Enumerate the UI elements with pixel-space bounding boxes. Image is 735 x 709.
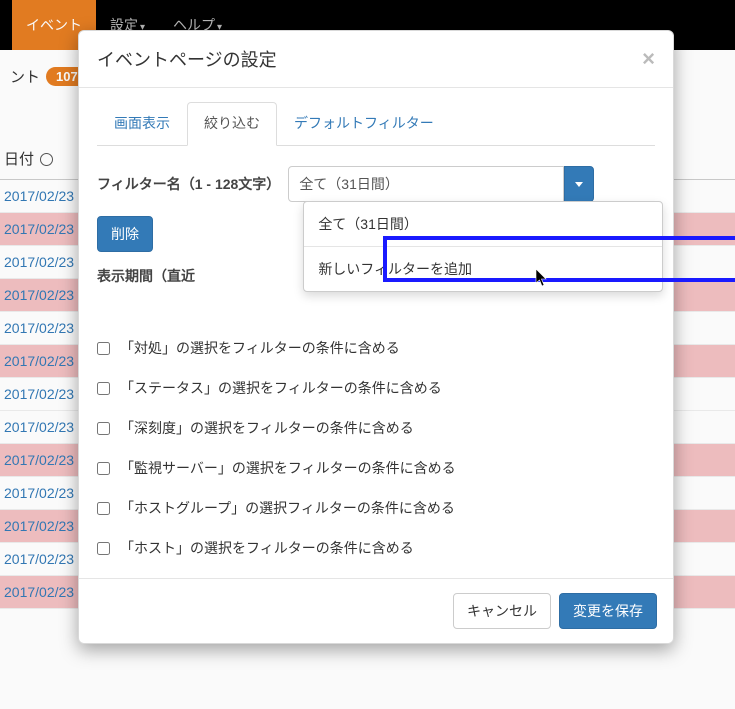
modal-header: イベントページの設定 × xyxy=(79,31,673,88)
filter-condition-label: 「ホストグループ」の選択フィルターの条件に含める xyxy=(120,498,455,518)
dropdown-opt-add-new[interactable]: 新しいフィルターを追加 xyxy=(304,247,662,291)
filter-condition-row: 「ホスト」の選択をフィルターの条件に含める xyxy=(97,528,655,568)
filter-name-input[interactable]: 全て（31日間） xyxy=(288,166,564,202)
filter-condition-row: 「ステータス」の選択をフィルターの条件に含める xyxy=(97,368,655,408)
filter-condition-checkbox[interactable] xyxy=(97,462,110,475)
filter-condition-row: 「監視サーバー」の選択をフィルターの条件に含める xyxy=(97,448,655,488)
filter-condition-row: 「対処」の選択をフィルターの条件に含める xyxy=(97,328,655,368)
filter-condition-checkbox[interactable] xyxy=(97,502,110,515)
filter-condition-checkbox[interactable] xyxy=(97,542,110,555)
tab-filter-content: フィルター名（1 - 128文字） 全て（31日間） 全て（31日間） 新しいフ… xyxy=(97,146,655,572)
filter-condition-checkbox[interactable] xyxy=(97,342,110,355)
close-icon[interactable]: × xyxy=(642,46,655,72)
tab-default-filter[interactable]: デフォルトフィルター xyxy=(277,102,451,146)
chevron-down-icon xyxy=(575,182,583,187)
modal-title: イベントページの設定 xyxy=(97,46,277,72)
filter-condition-row: 「深刻度」の選択をフィルターの条件に含める xyxy=(97,408,655,448)
filter-name-combo: 全て（31日間） 全て（31日間） 新しいフィルターを追加 xyxy=(288,166,594,202)
cursor-icon xyxy=(535,268,549,288)
event-page-settings-modal: イベントページの設定 × 画面表示 絞り込む デフォルトフィルター フィルター名… xyxy=(78,30,674,644)
filter-condition-label: 「ステータス」の選択をフィルターの条件に含める xyxy=(120,378,442,398)
filter-name-dropdown-toggle[interactable] xyxy=(564,166,594,202)
filter-name-label: フィルター名（1 - 128文字） xyxy=(97,174,280,194)
filter-condition-row: 「ホストグループ」の選択フィルターの条件に含める xyxy=(97,488,655,528)
filter-conditions: 「対処」の選択をフィルターの条件に含める「ステータス」の選択をフィルターの条件に… xyxy=(97,328,655,568)
save-button[interactable]: 変更を保存 xyxy=(559,593,657,629)
filter-condition-label: 「ホスト」の選択をフィルターの条件に含める xyxy=(120,538,414,558)
filter-condition-label: 「対処」の選択をフィルターの条件に含める xyxy=(120,338,400,358)
dropdown-opt-all[interactable]: 全て（31日間） xyxy=(304,202,662,246)
modal-body: 画面表示 絞り込む デフォルトフィルター フィルター名（1 - 128文字） 全… xyxy=(79,88,673,578)
tabs: 画面表示 絞り込む デフォルトフィルター xyxy=(97,102,655,146)
cancel-button[interactable]: キャンセル xyxy=(453,593,551,629)
filter-condition-checkbox[interactable] xyxy=(97,382,110,395)
tab-filter[interactable]: 絞り込む xyxy=(187,102,277,146)
filter-condition-checkbox[interactable] xyxy=(97,422,110,435)
display-period-label: 表示期間（直近 xyxy=(97,266,195,286)
filter-condition-label: 「深刻度」の選択をフィルターの条件に含める xyxy=(120,418,414,438)
filter-condition-label: 「監視サーバー」の選択をフィルターの条件に含める xyxy=(120,458,456,478)
filter-name-dropdown: 全て（31日間） 新しいフィルターを追加 xyxy=(303,201,663,292)
tab-display[interactable]: 画面表示 xyxy=(97,102,187,146)
delete-button[interactable]: 削除 xyxy=(97,216,153,252)
modal-footer: キャンセル 変更を保存 xyxy=(79,578,673,643)
